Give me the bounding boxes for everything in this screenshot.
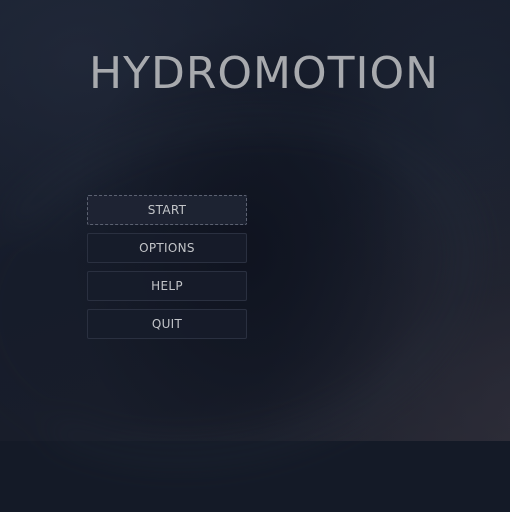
start-button[interactable]: START [87,195,247,225]
main-menu: START OPTIONS HELP QUIT [87,195,247,347]
quit-button[interactable]: QUIT [87,309,247,339]
help-button[interactable]: HELP [87,271,247,301]
game-title: HYDROMOTION [89,48,440,99]
options-button[interactable]: OPTIONS [87,233,247,263]
